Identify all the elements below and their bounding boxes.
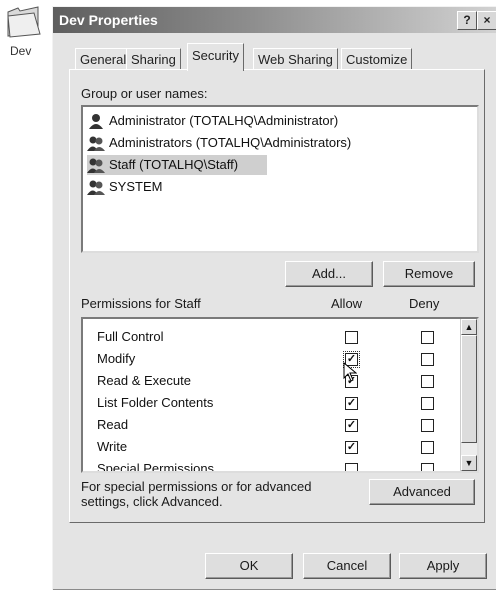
tab-security[interactable]: Security — [187, 43, 244, 71]
tab-customize[interactable]: Customize — [341, 48, 413, 70]
tab-label: General — [80, 52, 127, 67]
tab-general[interactable]: General — [75, 48, 132, 70]
properties-window: Dev Properties ? × General Sharing Secur… — [52, 6, 496, 590]
security-panel — [69, 69, 485, 523]
help-button[interactable]: ? — [457, 11, 477, 30]
apply-button[interactable]: Apply — [399, 553, 487, 579]
tab-label: Security — [192, 48, 239, 63]
tab-label: Sharing — [131, 52, 176, 67]
tab-label: Web Sharing — [258, 52, 333, 67]
cancel-button[interactable]: Cancel — [303, 553, 391, 579]
close-button[interactable]: × — [477, 11, 496, 30]
tab-sharing[interactable]: Sharing — [126, 48, 181, 70]
ok-button[interactable]: OK — [205, 553, 293, 579]
mouse-cursor-icon — [343, 361, 358, 385]
folder-label[interactable]: Dev — [10, 44, 31, 58]
folder-icon[interactable] — [4, 4, 44, 40]
window-title: Dev Properties — [59, 12, 158, 28]
tab-web-sharing[interactable]: Web Sharing — [253, 48, 338, 70]
title-bar[interactable]: Dev Properties ? × — [53, 7, 496, 33]
tab-label: Customize — [346, 52, 408, 67]
